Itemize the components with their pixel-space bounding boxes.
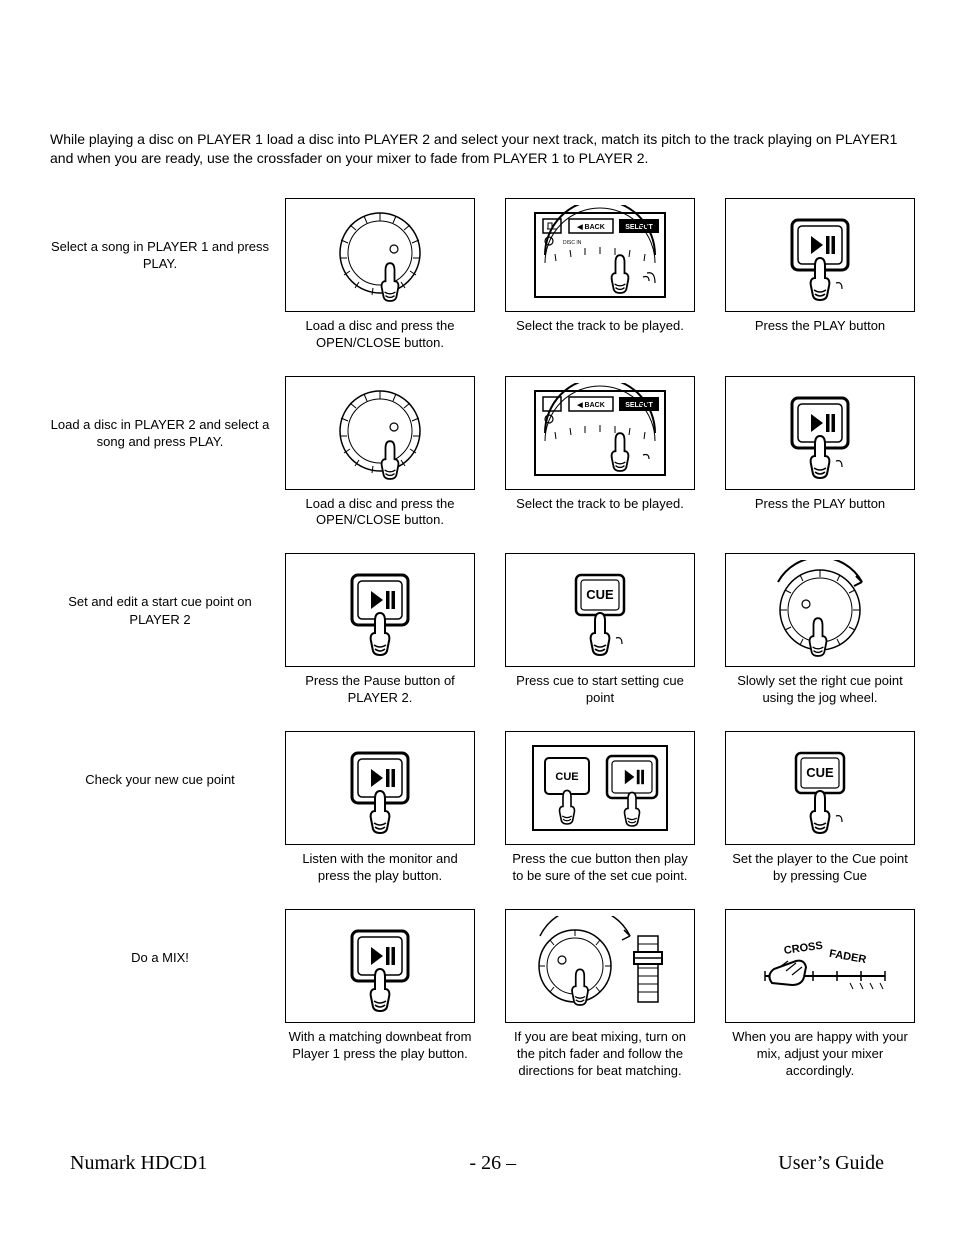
row3-step3: Slowly set the right cue point using the… [720, 553, 920, 707]
svg-text:CROSS: CROSS [783, 940, 823, 957]
svg-text:CUE: CUE [555, 771, 578, 783]
cue-button-illustration [505, 553, 695, 667]
row5-step2-caption: If you are beat mixing, turn on the pitc… [505, 1029, 695, 1080]
row1-step3: Press the PLAY button [720, 198, 920, 335]
page-footer: Numark HDCD1 - 26 – User’s Guide [0, 1152, 954, 1175]
row1-step1-caption: Load a disc and press the OPEN/CLOSE but… [285, 318, 475, 352]
row5-label: Do a MIX! [50, 909, 270, 967]
track-select-illustration: ◀ BACK SELECT [505, 376, 695, 490]
footer-center: - 26 – [469, 1152, 516, 1175]
footer-right: User’s Guide [778, 1152, 884, 1175]
row1-step3-caption: Press the PLAY button [755, 318, 885, 335]
cue-button-illustration [725, 731, 915, 845]
row4-step2-caption: Press the cue button then play to be sur… [505, 851, 695, 885]
row1-step2-caption: Select the track to be played. [516, 318, 684, 335]
jog-wheel-illustration [285, 198, 475, 312]
row2-step3-caption: Press the PLAY button [755, 496, 885, 513]
row1-step1: Load a disc and press the OPEN/CLOSE but… [280, 198, 480, 352]
play-button-illustration [285, 731, 475, 845]
row2-step1: Load a disc and press the OPEN/CLOSE but… [280, 376, 480, 530]
row4-step2: CUE Press the cue button then play to be… [490, 731, 710, 885]
row5-step3: CROSS FADER [720, 909, 920, 1080]
row4-step1-caption: Listen with the monitor and press the pl… [285, 851, 475, 885]
svg-text:◀ BACK: ◀ BACK [576, 224, 605, 231]
row3-step1-caption: Press the Pause button of PLAYER 2. [285, 673, 475, 707]
row2-step3: Press the PLAY button [720, 376, 920, 513]
play-button-illustration [725, 198, 915, 312]
row4-step3-caption: Set the player to the Cue point by press… [725, 851, 915, 885]
row5-step1-caption: With a matching downbeat from Player 1 p… [285, 1029, 475, 1063]
row3-label: Set and edit a start cue point on PLAYER… [50, 553, 270, 628]
row3-step3-caption: Slowly set the right cue point using the… [725, 673, 915, 707]
svg-text:FADER: FADER [828, 948, 867, 966]
intro-paragraph: While playing a disc on PLAYER 1 load a … [50, 130, 904, 168]
row3-step1: Press the Pause button of PLAYER 2. [280, 553, 480, 707]
row5-step1: With a matching downbeat from Player 1 p… [280, 909, 480, 1063]
row1-step2: ◀ BACK SELECT DISC IN [490, 198, 710, 335]
cue-and-play-illustration: CUE [505, 731, 695, 845]
footer-left: Numark HDCD1 [70, 1152, 207, 1175]
pause-button-illustration [285, 553, 475, 667]
row2-step2: ◀ BACK SELECT Select the tra [490, 376, 710, 513]
row2-label: Load a disc in PLAYER 2 and select a son… [50, 376, 270, 451]
row1-label: Select a song in PLAYER 1 and press PLAY… [50, 198, 270, 273]
row4-label: Check your new cue point [50, 731, 270, 789]
row5-step3-caption: When you are happy with your mix, adjust… [725, 1029, 915, 1080]
row2-step1-caption: Load a disc and press the OPEN/CLOSE but… [285, 496, 475, 530]
row5-step2: If you are beat mixing, turn on the pitc… [490, 909, 710, 1080]
manual-page: While playing a disc on PLAYER 1 load a … [0, 0, 954, 1235]
play-button-illustration [285, 909, 475, 1023]
row3-step2: Press cue to start setting cue point [490, 553, 710, 707]
pitch-fader-illustration [505, 909, 695, 1023]
svg-text:DISC IN: DISC IN [563, 240, 582, 246]
jog-wheel-illustration [285, 376, 475, 490]
row4-step1: Listen with the monitor and press the pl… [280, 731, 480, 885]
jog-wheel-arrow-illustration [725, 553, 915, 667]
row4-step3: Set the player to the Cue point by press… [720, 731, 920, 885]
crossfader-illustration: CROSS FADER [725, 909, 915, 1023]
track-select-illustration: ◀ BACK SELECT DISC IN [505, 198, 695, 312]
play-button-illustration [725, 376, 915, 490]
row2-step2-caption: Select the track to be played. [516, 496, 684, 513]
row3-step2-caption: Press cue to start setting cue point [505, 673, 695, 707]
steps-grid: Select a song in PLAYER 1 and press PLAY… [50, 198, 904, 1080]
svg-text:◀ BACK: ◀ BACK [576, 402, 605, 409]
